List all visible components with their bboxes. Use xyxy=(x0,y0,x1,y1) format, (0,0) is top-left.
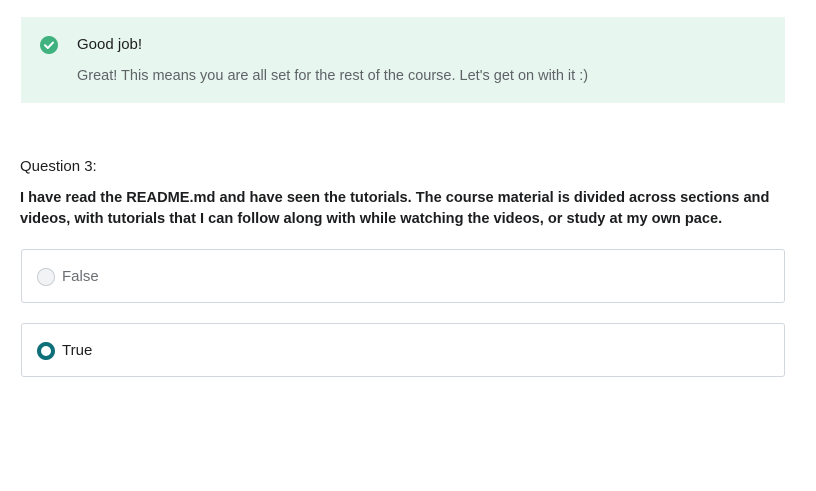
radio-unselected-icon[interactable] xyxy=(37,268,55,286)
answer-option-false[interactable]: False xyxy=(21,249,785,303)
check-circle-icon xyxy=(40,36,58,54)
answer-option-label: False xyxy=(62,268,99,285)
answer-option-label: True xyxy=(62,342,93,359)
feedback-banner: Good job! Great! This means you are all … xyxy=(21,17,785,103)
feedback-title: Good job! xyxy=(77,36,143,53)
feedback-message: Great! This means you are all set for th… xyxy=(77,68,589,84)
question-number: Question 3: xyxy=(20,158,97,175)
radio-selected-icon[interactable] xyxy=(37,342,55,360)
question-text: I have read the README.md and have seen … xyxy=(20,190,770,227)
answer-option-true[interactable]: True xyxy=(21,323,785,377)
